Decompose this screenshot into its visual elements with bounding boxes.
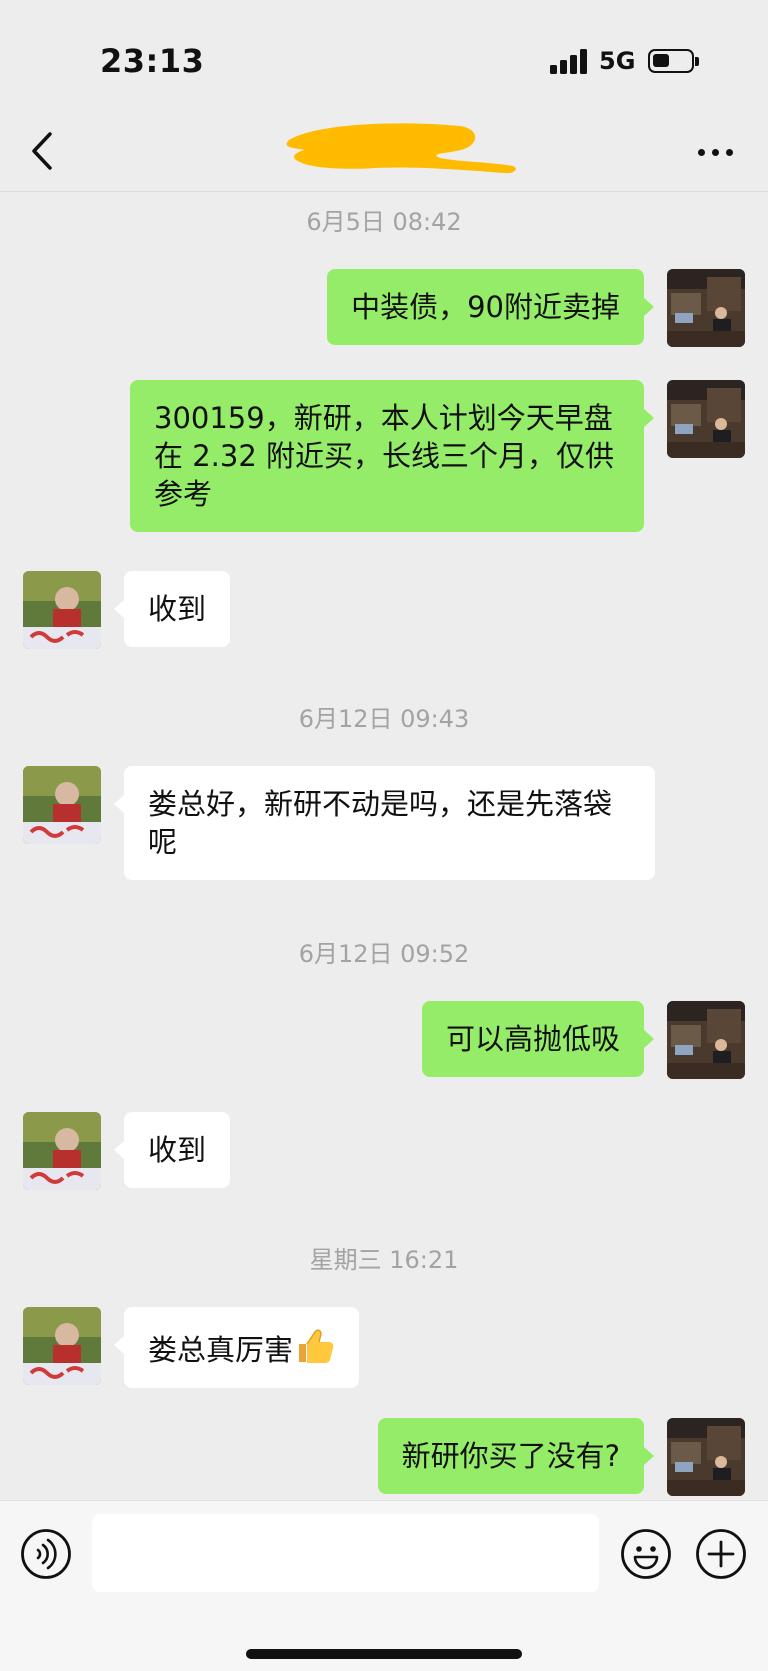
plus-button[interactable] [695, 1528, 747, 1580]
my-avatar[interactable] [667, 380, 745, 458]
contact-avatar[interactable] [23, 766, 101, 844]
more-dots-icon [698, 149, 705, 156]
message-input[interactable] [92, 1514, 599, 1592]
my-avatar[interactable] [667, 1418, 745, 1496]
incoming-message[interactable]: 收到 [113, 571, 231, 647]
back-button[interactable] [26, 128, 66, 174]
incoming-message[interactable]: 娄总真厉害 [113, 1307, 360, 1388]
timestamp: 6月12日 09:52 [298, 940, 470, 968]
timestamp: 6月12日 09:43 [298, 705, 470, 733]
plus-icon [696, 1529, 746, 1579]
chat-header [0, 110, 768, 192]
home-indicator [246, 1649, 522, 1659]
my-avatar[interactable] [667, 269, 745, 347]
status-bar: 23:13 5G [0, 0, 768, 120]
incoming-message[interactable]: 收到 [113, 1112, 231, 1188]
more-button[interactable] [690, 138, 740, 168]
contact-avatar[interactable] [23, 1112, 101, 1190]
voice-icon [21, 1529, 71, 1579]
emoji-icon [621, 1529, 671, 1579]
chat-title-redacted [275, 118, 525, 188]
my-avatar[interactable] [667, 1001, 745, 1079]
voice-button[interactable] [20, 1528, 72, 1580]
thumbs-up-icon [299, 1329, 334, 1363]
contact-avatar[interactable] [23, 571, 101, 649]
emoji-button[interactable] [620, 1528, 672, 1580]
outgoing-message[interactable]: 新研你买了没有? [377, 1418, 655, 1494]
incoming-message-text: 娄总真厉害 [148, 1333, 294, 1367]
status-time: 23:13 [100, 42, 205, 80]
network-type: 5G [599, 47, 636, 75]
input-bar [0, 1500, 768, 1671]
outgoing-message[interactable]: 可以高抛低吸 [421, 1001, 655, 1077]
outgoing-message[interactable]: 300159，新研，本人计划今天早盘在 2.32 附近买，长线三个月，仅供参考 [130, 380, 654, 532]
signal-icon [550, 48, 588, 74]
incoming-message[interactable]: 娄总好，新研不动是吗，还是先落袋呢 [114, 766, 655, 880]
timestamp: 6月5日 08:42 [306, 208, 462, 236]
timestamp: 星期三 16:21 [309, 1246, 459, 1274]
outgoing-message[interactable]: 中装债，90附近卖掉 [327, 269, 654, 345]
contact-avatar[interactable] [23, 1307, 101, 1385]
chevron-left-icon [32, 132, 52, 170]
battery-icon [648, 49, 699, 73]
